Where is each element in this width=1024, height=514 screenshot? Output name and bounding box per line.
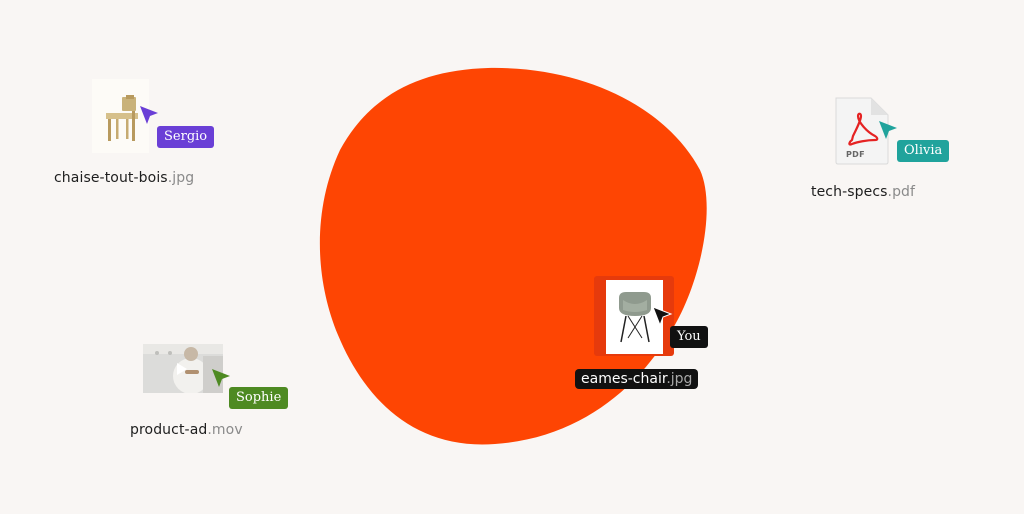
cursor-olivia-icon bbox=[879, 121, 897, 139]
cursor-you-icon bbox=[652, 306, 673, 327]
collaborator-tag-olivia: Olivia bbox=[897, 140, 950, 162]
collaborator-tag-sophie: Sophie bbox=[229, 387, 289, 409]
cursor-sergio-icon bbox=[140, 106, 158, 124]
pdf-badge: PDF bbox=[846, 150, 865, 159]
collaborator-tag-you: You bbox=[670, 326, 708, 348]
file-name-selected: eames-chair.jpg bbox=[575, 369, 699, 389]
file-name: chaise-tout-bois.jpg bbox=[54, 170, 195, 186]
file-name: tech-specs.pdf bbox=[811, 184, 916, 200]
file-name: product-ad.mov bbox=[130, 422, 243, 438]
collaborator-tag-sergio: Sergio bbox=[157, 126, 215, 148]
